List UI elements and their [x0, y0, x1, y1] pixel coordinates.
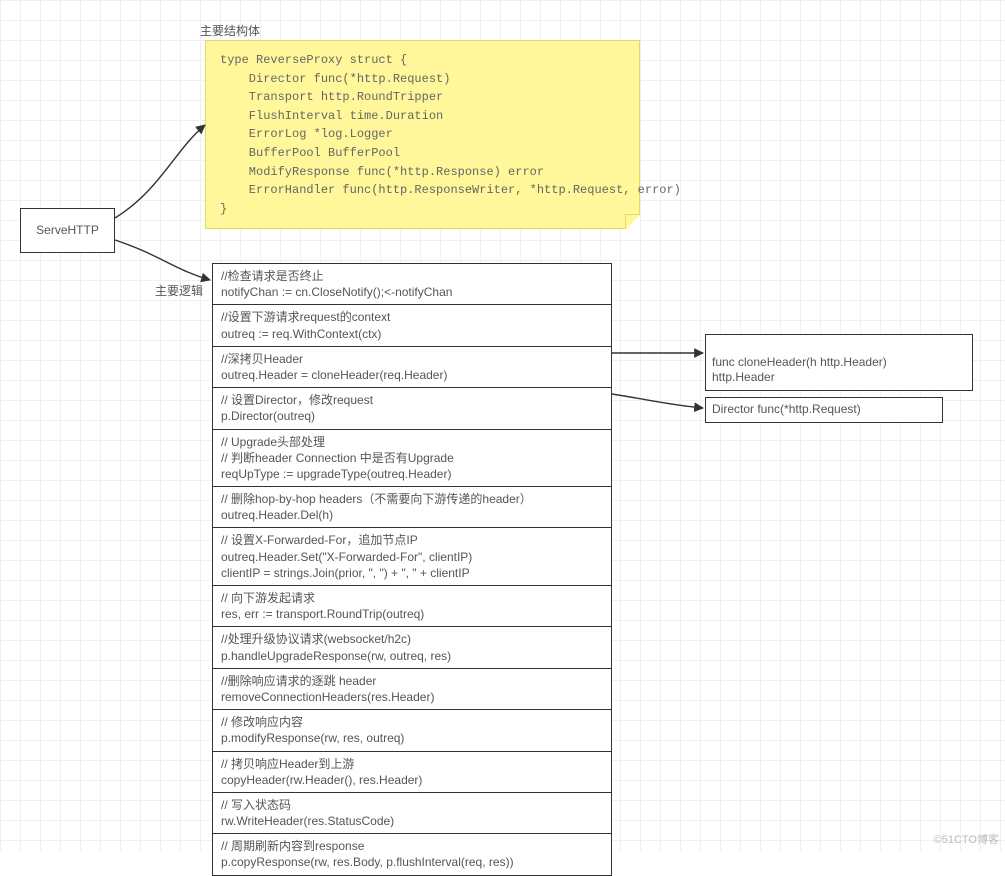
step-5-text: // 删除hop-by-hop headers（不需要向下游传递的header）…: [221, 492, 532, 522]
director-text: Director func(*http.Request): [712, 402, 861, 416]
step-3-text: // 设置Director，修改request p.Director(outre…: [221, 393, 373, 423]
step-8-text: //处理升级协议请求(websocket/h2c) p.handleUpgrad…: [221, 632, 451, 662]
servehttp-box: ServeHTTP: [20, 208, 115, 253]
step-13: // 周期刷新内容到response p.copyResponse(rw, re…: [212, 833, 612, 875]
clone-header-text: func cloneHeader(h http.Header) http.Hea…: [712, 355, 887, 385]
struct-code-note: type ReverseProxy struct { Director func…: [205, 40, 640, 229]
director-box: Director func(*http.Request): [705, 397, 943, 423]
step-5: // 删除hop-by-hop headers（不需要向下游传递的header）…: [212, 486, 612, 528]
step-6-text: // 设置X-Forwarded-For，追加节点IP outreq.Heade…: [221, 533, 472, 579]
struct-title: 主要结构体: [200, 22, 260, 39]
step-8: //处理升级协议请求(websocket/h2c) p.handleUpgrad…: [212, 626, 612, 668]
step-7: // 向下游发起请求 res, err := transport.RoundTr…: [212, 585, 612, 627]
step-10: // 修改响应内容 p.modifyResponse(rw, res, outr…: [212, 709, 612, 751]
step-11-text: // 拷贝响应Header到上游 copyHeader(rw.Header(),…: [221, 757, 422, 787]
step-0-text: //检查请求是否终止 notifyChan := cn.CloseNotify(…: [221, 269, 452, 299]
logic-title: 主要逻辑: [155, 282, 203, 299]
step-1-text: //设置下游请求request的context outreq := req.Wi…: [221, 310, 390, 340]
clone-header-box: func cloneHeader(h http.Header) http.Hea…: [705, 334, 973, 391]
steps-stack: //检查请求是否终止 notifyChan := cn.CloseNotify(…: [212, 263, 612, 875]
step-2-text: //深拷贝Header outreq.Header = cloneHeader(…: [221, 352, 447, 382]
step-2: //深拷贝Header outreq.Header = cloneHeader(…: [212, 346, 612, 388]
step-6: // 设置X-Forwarded-For，追加节点IP outreq.Heade…: [212, 527, 612, 586]
step-12-text: // 写入状态码 rw.WriteHeader(res.StatusCode): [221, 798, 394, 828]
step-1: //设置下游请求request的context outreq := req.Wi…: [212, 304, 612, 346]
step-12: // 写入状态码 rw.WriteHeader(res.StatusCode): [212, 792, 612, 834]
step-7-text: // 向下游发起请求 res, err := transport.RoundTr…: [221, 591, 424, 621]
step-3: // 设置Director，修改request p.Director(outre…: [212, 387, 612, 429]
step-10-text: // 修改响应内容 p.modifyResponse(rw, res, outr…: [221, 715, 404, 745]
step-9: //删除响应请求的逐跳 header removeConnectionHeade…: [212, 668, 612, 710]
struct-code-text: type ReverseProxy struct { Director func…: [220, 53, 681, 216]
watermark: ©51CTO博客: [934, 831, 999, 847]
step-9-text: //删除响应请求的逐跳 header removeConnectionHeade…: [221, 674, 434, 704]
step-4: // Upgrade头部处理 // 判断header Connection 中是…: [212, 429, 612, 488]
step-13-text: // 周期刷新内容到response p.copyResponse(rw, re…: [221, 839, 514, 869]
step-11: // 拷贝响应Header到上游 copyHeader(rw.Header(),…: [212, 751, 612, 793]
step-0: //检查请求是否终止 notifyChan := cn.CloseNotify(…: [212, 263, 612, 305]
step-4-text: // Upgrade头部处理 // 判断header Connection 中是…: [221, 435, 454, 481]
servehttp-label: ServeHTTP: [36, 223, 99, 239]
